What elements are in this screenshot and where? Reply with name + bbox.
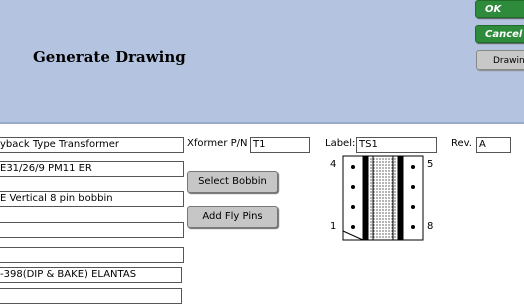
pin-label-4: 4 [330,159,337,170]
varnish-field[interactable]: -398(DIP & BAKE) ELANTAS [0,267,182,283]
partial-field[interactable] [0,288,182,304]
pin-label-5: 5 [427,159,434,170]
ok-button[interactable]: OK [475,0,524,18]
label-input[interactable]: TS1 [356,137,437,153]
xformer-pn-input[interactable]: T1 [250,137,310,153]
header-divider [0,122,524,124]
pin-hole [351,225,355,229]
blank-field-2[interactable] [0,247,184,263]
page-title: Generate Drawing [33,48,186,66]
blank-field-1[interactable] [0,222,184,238]
bobbin-right-wall [398,156,403,240]
pin-hole [411,185,415,189]
cancel-button[interactable]: Cancel [475,25,524,43]
pin-label-8: 8 [427,221,434,232]
pin-hole [411,165,415,169]
description-field[interactable]: yback Type Transformer [0,137,184,153]
pin-hole [411,225,415,229]
rev-input[interactable]: A [476,137,511,153]
pin-label-1: 1 [330,221,337,232]
pin-hole [351,165,355,169]
pin-hole [411,205,415,209]
xformer-pn-label: Xformer P/N [187,138,248,149]
pin-hole [351,185,355,189]
core-field[interactable]: E31/26/9 PM11 ER [0,161,184,177]
add-fly-pins-button[interactable]: Add Fly Pins [187,206,278,228]
select-bobbin-button[interactable]: Select Bobbin [187,171,278,193]
label-label: Label: [325,138,356,149]
bobbin-field[interactable]: E Vertical 8 pin bobbin [0,191,184,207]
bobbin-diagram [342,155,424,241]
drawing-button[interactable]: Drawing [476,50,524,70]
pin-hole [351,205,355,209]
rev-label: Rev. [451,138,472,149]
bobbin-left-wall [363,156,368,240]
